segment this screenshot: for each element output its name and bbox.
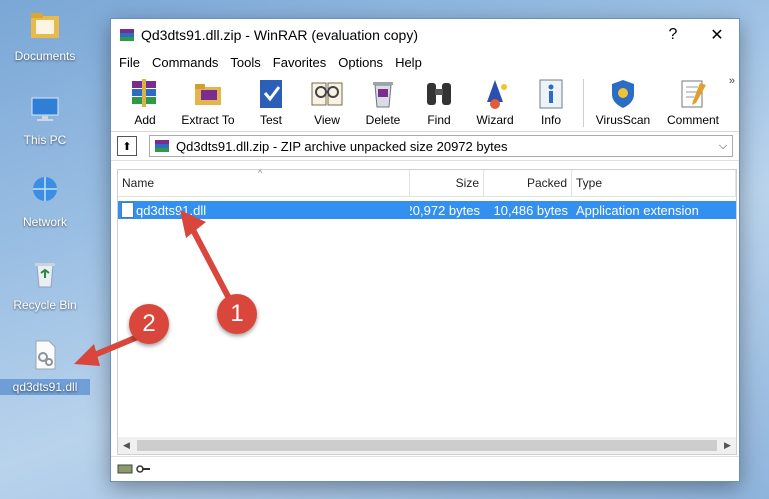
callout-badge-1: 1 bbox=[217, 294, 257, 334]
arrow-1-shaft bbox=[189, 225, 235, 307]
annotation-arrows bbox=[74, 210, 235, 366]
callout-badge-2: 2 bbox=[129, 304, 169, 344]
arrow-2-shaft bbox=[89, 333, 143, 359]
arrow-2-head bbox=[74, 344, 100, 366]
